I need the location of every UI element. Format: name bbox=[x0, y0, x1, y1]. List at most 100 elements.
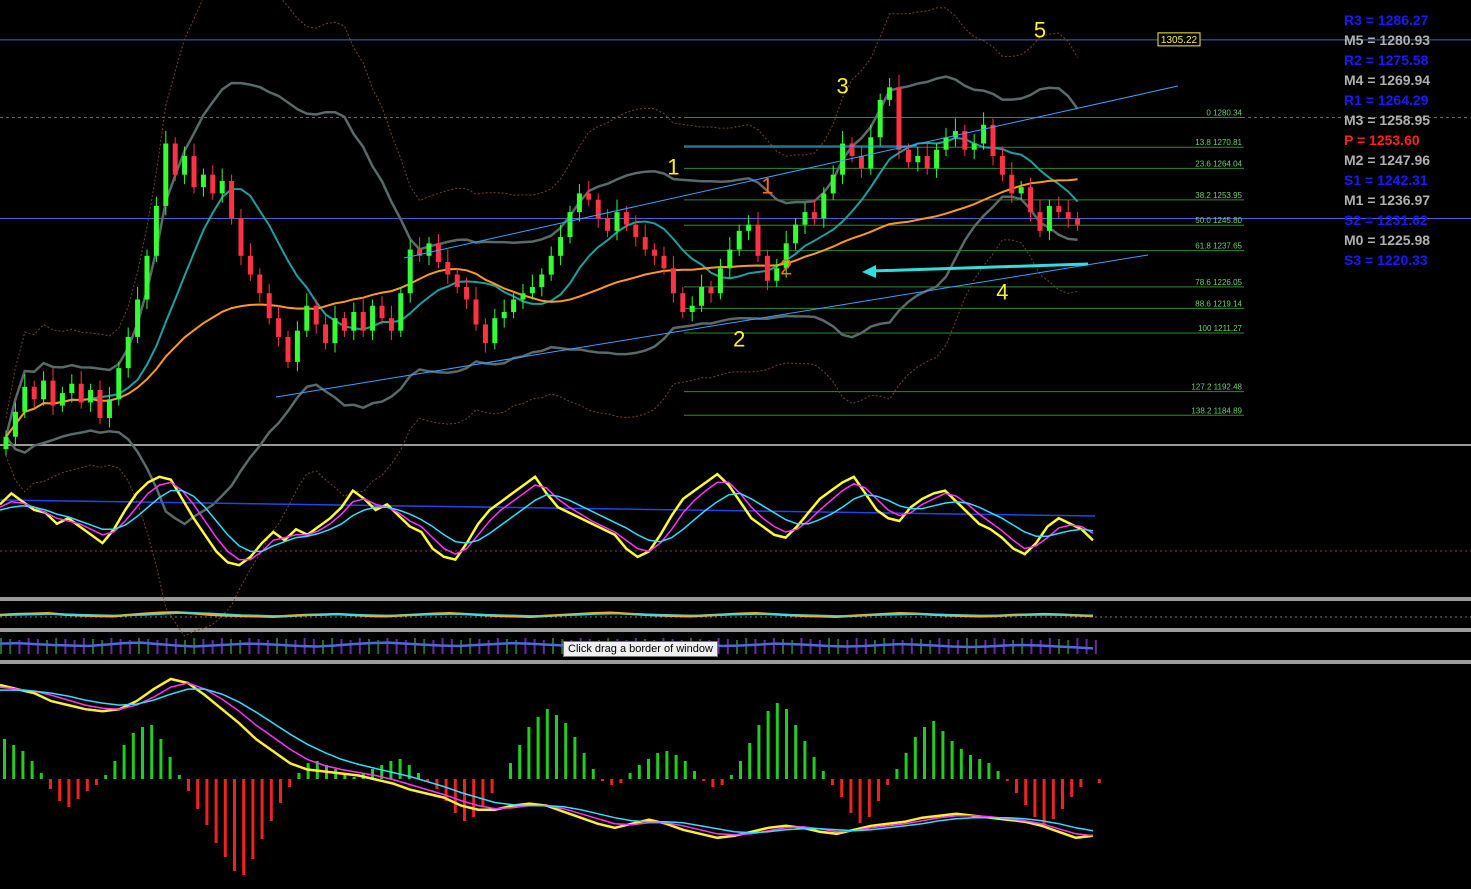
osc3-histogram-bar bbox=[0, 638, 2, 654]
lower-channel-trendline bbox=[275, 254, 1149, 398]
macd-histogram-bar bbox=[141, 727, 144, 779]
candle-body bbox=[360, 311, 366, 331]
candle-body bbox=[313, 305, 319, 325]
wave-label: 5 bbox=[1034, 17, 1046, 42]
candle-body bbox=[1018, 187, 1024, 194]
candle-body bbox=[793, 224, 799, 244]
osc3-histogram-bar bbox=[432, 640, 435, 654]
candle-body bbox=[219, 180, 225, 194]
macd-histogram-bar bbox=[30, 761, 34, 779]
osc3-histogram-bar bbox=[800, 638, 803, 654]
candle-body bbox=[22, 386, 28, 412]
pivot-level-label: S3 = 1220.33 bbox=[1344, 252, 1428, 268]
pivot-level-label: M2 = 1247.96 bbox=[1344, 152, 1430, 168]
macd-histogram-bar bbox=[269, 779, 273, 821]
candle-body bbox=[247, 255, 253, 275]
macd-histogram-bar bbox=[739, 761, 742, 779]
candle-body bbox=[266, 293, 272, 319]
macd-histogram-bar bbox=[803, 741, 807, 779]
osc3-histogram-bar bbox=[423, 639, 426, 654]
pivot-level-label: R3 = 1286.27 bbox=[1344, 12, 1429, 28]
wave-label: 4 bbox=[996, 279, 1008, 304]
candle-body bbox=[858, 155, 864, 169]
macd-histogram-bar bbox=[214, 779, 218, 843]
fib-level-label: 88.6 1219.14 bbox=[1195, 299, 1242, 308]
pane-separator bbox=[0, 660, 1471, 664]
candle-body bbox=[3, 436, 9, 450]
candle-body bbox=[755, 224, 761, 256]
candle-body bbox=[877, 99, 883, 138]
macd-histogram-bar bbox=[619, 779, 623, 783]
candle-body bbox=[135, 299, 141, 337]
macd-histogram-bar bbox=[242, 779, 246, 875]
macd-histogram-bar bbox=[122, 745, 126, 779]
candle-body bbox=[78, 383, 84, 403]
candle-body bbox=[999, 155, 1005, 175]
macd-histogram-bar bbox=[518, 745, 522, 779]
border-drag-tooltip: Click drag a border of window bbox=[563, 641, 718, 657]
macd-histogram-bar bbox=[177, 775, 181, 779]
macd-histogram-bar bbox=[1015, 779, 1018, 793]
macd-histogram-bar bbox=[858, 779, 862, 823]
candle-body bbox=[680, 293, 686, 312]
macd-histogram-bar bbox=[877, 779, 880, 801]
candle-body bbox=[1009, 174, 1015, 194]
candle-body bbox=[605, 218, 611, 231]
pivot-level-label: P = 1253.60 bbox=[1344, 132, 1420, 148]
macd-histogram-bar bbox=[545, 709, 549, 779]
candle-body bbox=[398, 293, 404, 331]
osc3-histogram-bar bbox=[147, 639, 150, 654]
macd-histogram-bar bbox=[978, 759, 982, 779]
candle-body bbox=[191, 155, 197, 188]
candle-body bbox=[642, 237, 648, 250]
pivot-level-label: M5 = 1280.93 bbox=[1344, 32, 1430, 48]
macd-histogram-bar bbox=[904, 753, 908, 779]
candle-body bbox=[652, 249, 658, 256]
macd-histogram-bar bbox=[131, 733, 135, 779]
macd-histogram-bar bbox=[729, 775, 733, 779]
fib-level-label: 78.6 1226.05 bbox=[1195, 278, 1242, 287]
macd-histogram-bar bbox=[113, 761, 117, 779]
osc3-histogram-bar bbox=[901, 640, 904, 654]
pane-separator bbox=[0, 444, 1471, 446]
macd-histogram-bar bbox=[996, 771, 1000, 779]
candle-body bbox=[539, 274, 545, 288]
candle-body bbox=[868, 137, 874, 169]
candle-body bbox=[830, 174, 836, 194]
macd-histogram-bar bbox=[665, 751, 669, 779]
pivot-level-label: R2 = 1275.58 bbox=[1344, 52, 1429, 68]
candle-body bbox=[88, 389, 94, 403]
macd-histogram-bar bbox=[785, 709, 788, 779]
candle-body bbox=[849, 143, 855, 156]
candle-body bbox=[304, 305, 310, 331]
macd-histogram-bar bbox=[85, 779, 89, 791]
candle-body bbox=[1056, 205, 1062, 213]
macd-histogram-bar bbox=[288, 779, 292, 787]
macd-histogram-bar bbox=[251, 779, 255, 859]
osc3-histogram-bar bbox=[340, 639, 343, 654]
macd-histogram-bar bbox=[748, 743, 752, 779]
candle-body bbox=[981, 124, 987, 144]
candle-body bbox=[915, 155, 921, 163]
candle-body bbox=[482, 324, 488, 344]
candle-body bbox=[473, 299, 479, 325]
candle-body bbox=[323, 324, 329, 344]
candle-body bbox=[445, 262, 451, 275]
macd-histogram-bar bbox=[674, 755, 678, 779]
alt-wave-label: 2 bbox=[780, 255, 792, 280]
macd-histogram-bar bbox=[959, 749, 963, 779]
macd-histogram-bar bbox=[647, 759, 650, 779]
osc3-histogram-bar bbox=[368, 639, 370, 654]
osc3-histogram-bar bbox=[874, 640, 876, 654]
macd-histogram-bar bbox=[711, 779, 715, 787]
fib-level-label: 50.0 1245.80 bbox=[1195, 216, 1242, 225]
macd-histogram-bar bbox=[389, 761, 393, 779]
candle-body bbox=[97, 389, 103, 419]
alt-wave-label: 1 bbox=[761, 173, 773, 198]
macd-histogram-bar bbox=[297, 773, 301, 779]
chart-canvas[interactable]: 0 1280.34 13.8 1270.81 23.6 1264.04 38.2 12… bbox=[0, 0, 1471, 889]
macd-histogram-bar bbox=[279, 779, 282, 803]
macd-histogram-bar bbox=[21, 751, 25, 779]
osc3-histogram-bar bbox=[9, 639, 12, 654]
candle-body bbox=[924, 155, 930, 169]
